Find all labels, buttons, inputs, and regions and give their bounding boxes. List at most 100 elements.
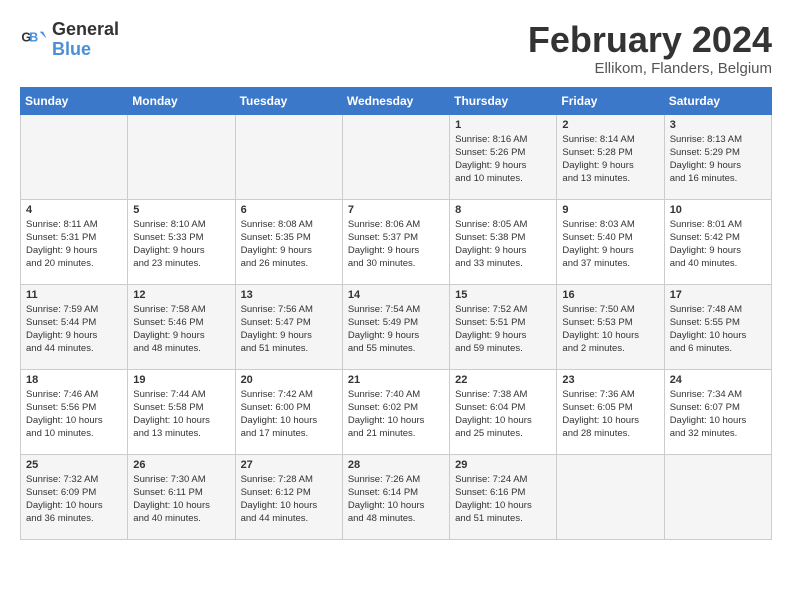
day-info: Sunrise: 8:11 AMSunset: 5:31 PMDaylight:…	[26, 218, 122, 271]
logo-icon: G B	[20, 26, 48, 54]
calendar-cell: 25 Sunrise: 7:32 AMSunset: 6:09 PMDayligh…	[21, 454, 128, 539]
svg-text:B: B	[29, 30, 38, 44]
calendar-cell: 29 Sunrise: 7:24 AMSunset: 6:16 PMDayligh…	[450, 454, 557, 539]
day-info: Sunrise: 7:42 AMSunset: 6:00 PMDaylight:…	[241, 388, 337, 441]
day-info: Sunrise: 7:59 AMSunset: 5:44 PMDaylight:…	[26, 303, 122, 356]
day-info: Sunrise: 8:03 AMSunset: 5:40 PMDaylight:…	[562, 218, 658, 271]
day-info: Sunrise: 7:54 AMSunset: 5:49 PMDaylight:…	[348, 303, 444, 356]
day-number: 13	[241, 289, 337, 301]
calendar-cell: 6Sunrise: 8:08 AMSunset: 5:35 PMDaylight…	[235, 199, 342, 284]
day-info: Sunrise: 8:05 AMSunset: 5:38 PMDaylight:…	[455, 218, 551, 271]
day-number: 9	[562, 204, 658, 216]
day-info: Sunrise: 8:01 AMSunset: 5:42 PMDaylight:…	[670, 218, 766, 271]
calendar-cell: 9 Sunrise: 8:03 AMSunset: 5:40 PMDaylight…	[557, 199, 664, 284]
calendar-cell	[235, 114, 342, 199]
calendar-cell: 28 Sunrise: 7:26 AMSunset: 6:14 PMDayligh…	[342, 454, 449, 539]
day-number: 4	[26, 204, 122, 216]
calendar-cell: 16 Sunrise: 7:50 AMSunset: 5:53 PMDayligh…	[557, 284, 664, 369]
day-number: 21	[348, 374, 444, 386]
calendar-cell: 5 Sunrise: 8:10 AMSunset: 5:33 PMDaylight…	[128, 199, 235, 284]
day-number: 2	[562, 119, 658, 131]
week-row-1: 1 Sunrise: 8:16 AMSunset: 5:26 PMDaylight…	[21, 114, 772, 199]
logo-line2: Blue	[52, 40, 119, 60]
day-info: Sunrise: 8:14 AMSunset: 5:28 PMDaylight:…	[562, 133, 658, 186]
day-info: Sunrise: 7:58 AMSunset: 5:46 PMDaylight:…	[133, 303, 229, 356]
calendar-cell: 14 Sunrise: 7:54 AMSunset: 5:49 PMDayligh…	[342, 284, 449, 369]
day-info: Sunrise: 8:16 AMSunset: 5:26 PMDaylight:…	[455, 133, 551, 186]
weekday-header-tuesday: Tuesday	[235, 87, 342, 114]
day-number: 11	[26, 289, 122, 301]
calendar-cell: 26 Sunrise: 7:30 AMSunset: 6:11 PMDayligh…	[128, 454, 235, 539]
day-info: Sunrise: 7:46 AMSunset: 5:56 PMDaylight:…	[26, 388, 122, 441]
day-info: Sunrise: 7:56 AMSunset: 5:47 PMDaylight:…	[241, 303, 337, 356]
day-number: 25	[26, 459, 122, 471]
day-info: Sunrise: 7:28 AMSunset: 6:12 PMDaylight:…	[241, 473, 337, 526]
day-number: 26	[133, 459, 229, 471]
day-info: Sunrise: 7:44 AMSunset: 5:58 PMDaylight:…	[133, 388, 229, 441]
day-number: 3	[670, 119, 766, 131]
day-info: Sunrise: 7:24 AMSunset: 6:16 PMDaylight:…	[455, 473, 551, 526]
day-number: 19	[133, 374, 229, 386]
calendar-cell: 3 Sunrise: 8:13 AMSunset: 5:29 PMDaylight…	[664, 114, 771, 199]
day-info: Sunrise: 8:10 AMSunset: 5:33 PMDaylight:…	[133, 218, 229, 271]
weekday-header-friday: Friday	[557, 87, 664, 114]
day-number: 20	[241, 374, 337, 386]
page-header: G B General Blue February 2024 Ellikom, …	[20, 20, 772, 77]
calendar-cell: 18 Sunrise: 7:46 AMSunset: 5:56 PMDayligh…	[21, 369, 128, 454]
day-number: 10	[670, 204, 766, 216]
day-number: 5	[133, 204, 229, 216]
day-info: Sunrise: 7:50 AMSunset: 5:53 PMDaylight:…	[562, 303, 658, 356]
calendar-cell: 27 Sunrise: 7:28 AMSunset: 6:12 PMDayligh…	[235, 454, 342, 539]
calendar-cell: 13 Sunrise: 7:56 AMSunset: 5:47 PMDayligh…	[235, 284, 342, 369]
weekday-header-monday: Monday	[128, 87, 235, 114]
calendar-cell	[664, 454, 771, 539]
location-subtitle: Ellikom, Flanders, Belgium	[528, 60, 772, 77]
day-number: 24	[670, 374, 766, 386]
day-info: Sunrise: 7:48 AMSunset: 5:55 PMDaylight:…	[670, 303, 766, 356]
calendar-cell	[557, 454, 664, 539]
day-number: 8	[455, 204, 551, 216]
day-info: Sunrise: 7:26 AMSunset: 6:14 PMDaylight:…	[348, 473, 444, 526]
day-info: Sunrise: 7:34 AMSunset: 6:07 PMDaylight:…	[670, 388, 766, 441]
title-block: February 2024 Ellikom, Flanders, Belgium	[528, 20, 772, 77]
day-number: 17	[670, 289, 766, 301]
calendar-cell: 24 Sunrise: 7:34 AMSunset: 6:07 PMDayligh…	[664, 369, 771, 454]
calendar-cell: 1 Sunrise: 8:16 AMSunset: 5:26 PMDaylight…	[450, 114, 557, 199]
calendar-cell: 15Sunrise: 7:52 AMSunset: 5:51 PMDayligh…	[450, 284, 557, 369]
day-number: 1	[455, 119, 551, 131]
day-number: 23	[562, 374, 658, 386]
day-number: 28	[348, 459, 444, 471]
calendar-cell: 11 Sunrise: 7:59 AMSunset: 5:44 PMDayligh…	[21, 284, 128, 369]
calendar-cell: 20 Sunrise: 7:42 AMSunset: 6:00 PMDayligh…	[235, 369, 342, 454]
calendar-cell: 10 Sunrise: 8:01 AMSunset: 5:42 PMDayligh…	[664, 199, 771, 284]
day-number: 6	[241, 204, 337, 216]
weekday-header-saturday: Saturday	[664, 87, 771, 114]
calendar-cell: 22Sunrise: 7:38 AMSunset: 6:04 PMDayligh…	[450, 369, 557, 454]
day-info: Sunrise: 7:36 AMSunset: 6:05 PMDaylight:…	[562, 388, 658, 441]
calendar-cell	[342, 114, 449, 199]
day-info: Sunrise: 7:38 AMSunset: 6:04 PMDaylight:…	[455, 388, 551, 441]
calendar-cell: 17 Sunrise: 7:48 AMSunset: 5:55 PMDayligh…	[664, 284, 771, 369]
day-info: Sunrise: 7:30 AMSunset: 6:11 PMDaylight:…	[133, 473, 229, 526]
month-title: February 2024	[528, 20, 772, 60]
calendar-cell: 23 Sunrise: 7:36 AMSunset: 6:05 PMDayligh…	[557, 369, 664, 454]
calendar-cell: 12 Sunrise: 7:58 AMSunset: 5:46 PMDayligh…	[128, 284, 235, 369]
day-number: 16	[562, 289, 658, 301]
day-info: Sunrise: 7:40 AMSunset: 6:02 PMDaylight:…	[348, 388, 444, 441]
day-info: Sunrise: 8:13 AMSunset: 5:29 PMDaylight:…	[670, 133, 766, 186]
day-number: 18	[26, 374, 122, 386]
logo-line1: General	[52, 20, 119, 40]
week-row-4: 18 Sunrise: 7:46 AMSunset: 5:56 PMDayligh…	[21, 369, 772, 454]
calendar-table: SundayMondayTuesdayWednesdayThursdayFrid…	[20, 87, 772, 540]
weekday-header-wednesday: Wednesday	[342, 87, 449, 114]
calendar-cell	[128, 114, 235, 199]
day-number: 12	[133, 289, 229, 301]
calendar-cell: 19 Sunrise: 7:44 AMSunset: 5:58 PMDayligh…	[128, 369, 235, 454]
day-number: 14	[348, 289, 444, 301]
calendar-cell: 4 Sunrise: 8:11 AMSunset: 5:31 PMDaylight…	[21, 199, 128, 284]
day-number: 27	[241, 459, 337, 471]
day-info: Sunrise: 7:32 AMSunset: 6:09 PMDaylight:…	[26, 473, 122, 526]
week-row-2: 4 Sunrise: 8:11 AMSunset: 5:31 PMDaylight…	[21, 199, 772, 284]
day-number: 29	[455, 459, 551, 471]
calendar-cell: 7Sunrise: 8:06 AMSunset: 5:37 PMDaylight…	[342, 199, 449, 284]
